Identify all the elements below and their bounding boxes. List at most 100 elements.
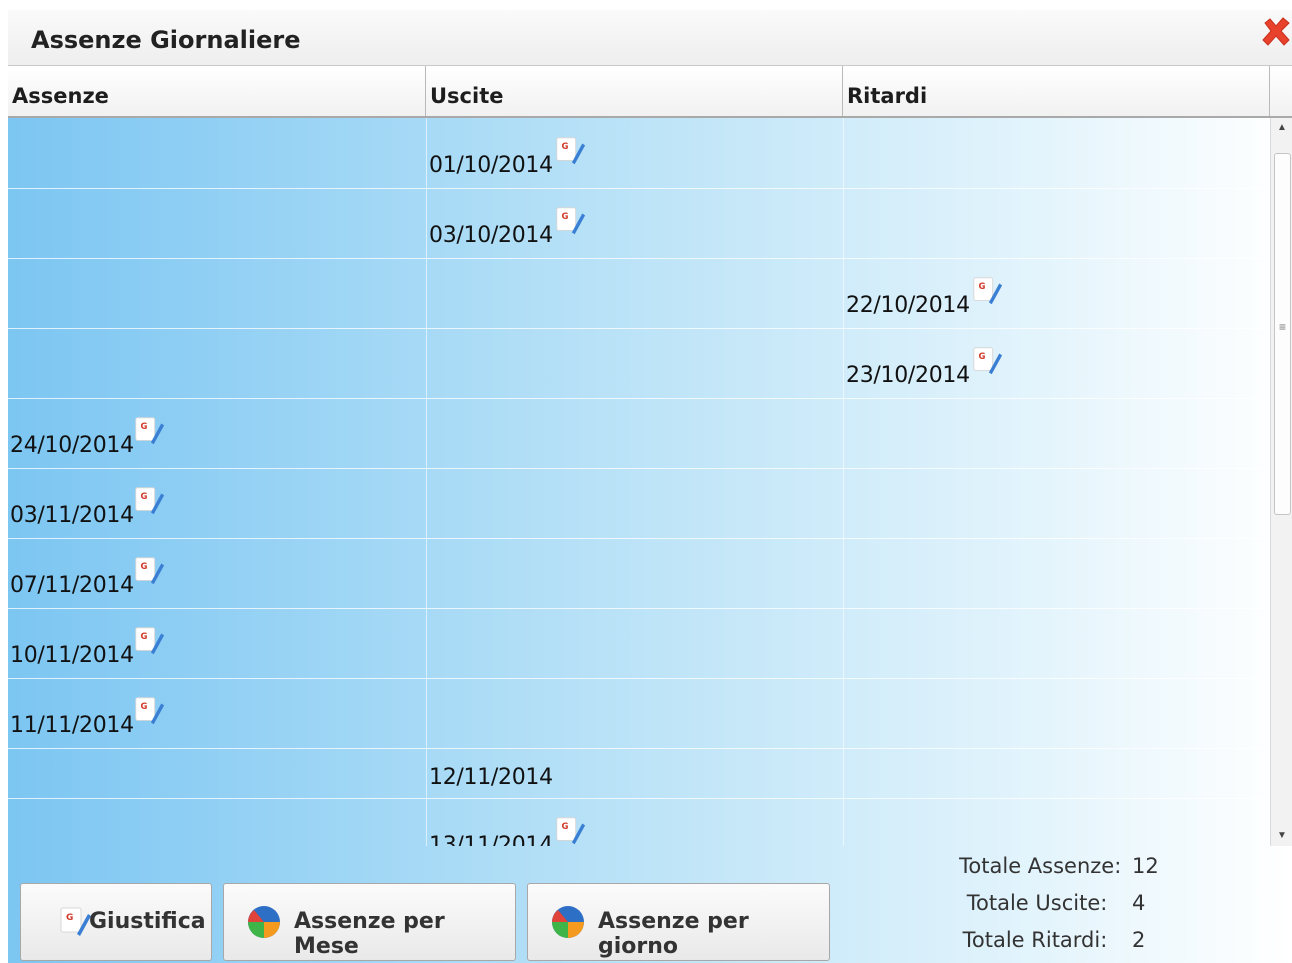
svg-text:G: G: [141, 562, 148, 572]
giustifica-label: Giustifica: [89, 909, 206, 934]
cell-uscite: 03/10/2014 G: [426, 188, 843, 258]
cell-uscite: 01/10/2014 G: [426, 118, 843, 188]
justify-note-pencil-icon: G: [60, 907, 91, 936]
date-value: 23/10/2014: [846, 363, 970, 388]
vertical-scrollbar[interactable]: ▲ ≡ ▼: [1270, 118, 1292, 846]
justify-note-pencil-icon[interactable]: G: [132, 694, 166, 728]
svg-text:G: G: [562, 212, 569, 222]
cell-uscite: 13/11/2014 G: [426, 798, 843, 846]
svg-text:G: G: [66, 913, 73, 923]
totale-assenze: Totale Assenze: 12: [959, 854, 1162, 891]
cell-uscite: 12/11/2014: [426, 748, 843, 798]
totale-uscite-value: 4: [1132, 891, 1146, 915]
justify-note-pencil-icon[interactable]: G: [132, 624, 166, 658]
table-row[interactable]: 03/11/2014 G: [8, 468, 1270, 539]
date-value: 12/11/2014: [429, 765, 553, 790]
scrollbar-thumb[interactable]: ≡: [1274, 153, 1291, 515]
cell-assenze: [8, 188, 426, 258]
dialog-footer: G Giustifica Assenze per Mese Assenze pe…: [8, 848, 1292, 963]
date-value: 01/10/2014: [429, 153, 553, 178]
column-header-assenze[interactable]: Assenze: [8, 66, 426, 116]
assenze-per-mese-button[interactable]: Assenze per Mese: [223, 883, 516, 961]
cell-ritardi: 23/10/2014 G: [843, 328, 1270, 398]
totale-uscite-label: Totale Uscite:: [966, 891, 1108, 915]
date-value: 03/10/2014: [429, 223, 553, 248]
date-value: 11/11/2014: [10, 713, 134, 738]
justify-note-pencil-icon[interactable]: G: [553, 204, 587, 238]
pie-chart-icon: [248, 906, 280, 938]
table-row[interactable]: 03/10/2014 G: [8, 188, 1270, 259]
column-header-uscite[interactable]: Uscite: [426, 66, 843, 116]
assenze-per-giorno-button[interactable]: Assenze per giorno: [527, 883, 830, 961]
table-row[interactable]: 12/11/2014: [8, 748, 1270, 799]
cell-uscite: [426, 608, 843, 678]
date-value: 10/11/2014: [10, 643, 134, 668]
table-row[interactable]: 24/10/2014 G: [8, 398, 1270, 469]
dialog-titlebar: Assenze Giornaliere: [8, 10, 1292, 66]
cell-assenze: [8, 798, 426, 846]
assenze-per-mese-label: Assenze per Mese: [294, 909, 445, 959]
table-row[interactable]: 22/10/2014 G: [8, 258, 1270, 329]
justify-note-pencil-icon[interactable]: G: [970, 344, 1004, 378]
justify-note-pencil-icon[interactable]: G: [970, 274, 1004, 308]
table-header: Assenze Uscite Ritardi: [8, 66, 1292, 118]
date-value: 13/11/2014: [429, 833, 553, 846]
cell-ritardi: [843, 538, 1270, 608]
justify-note-pencil-icon[interactable]: G: [132, 414, 166, 448]
cell-ritardi: [843, 188, 1270, 258]
cell-ritardi: [843, 748, 1270, 798]
scroll-up-arrow-icon[interactable]: ▲: [1271, 118, 1292, 138]
svg-text:G: G: [141, 422, 148, 432]
cell-assenze: [8, 118, 426, 188]
cell-ritardi: [843, 798, 1270, 846]
cell-assenze: 10/11/2014 G: [8, 608, 426, 678]
cell-assenze: [8, 328, 426, 398]
cell-assenze: [8, 748, 426, 798]
assenze-per-giorno-label: Assenze per giorno: [598, 909, 749, 959]
close-icon[interactable]: [1260, 16, 1292, 48]
svg-text:G: G: [141, 632, 148, 642]
giustifica-button[interactable]: G Giustifica: [20, 883, 212, 961]
pie-chart-icon: [552, 906, 584, 938]
cell-assenze: 03/11/2014 G: [8, 468, 426, 538]
cell-ritardi: [843, 608, 1270, 678]
table-row[interactable]: 01/10/2014 G: [8, 118, 1270, 189]
table-row[interactable]: 13/11/2014 G: [8, 798, 1270, 846]
column-header-ritardi[interactable]: Ritardi: [843, 66, 1270, 116]
cell-uscite: [426, 538, 843, 608]
svg-text:G: G: [141, 492, 148, 502]
date-value: 07/11/2014: [10, 573, 134, 598]
date-value: 03/11/2014: [10, 503, 134, 528]
scroll-down-arrow-icon[interactable]: ▼: [1271, 826, 1292, 846]
cell-uscite: [426, 678, 843, 748]
cell-assenze: 07/11/2014 G: [8, 538, 426, 608]
cell-uscite: [426, 328, 843, 398]
table-row[interactable]: 23/10/2014 G: [8, 328, 1270, 399]
cell-assenze: 11/11/2014 G: [8, 678, 426, 748]
table-row[interactable]: 10/11/2014 G: [8, 608, 1270, 679]
date-value: 24/10/2014: [10, 433, 134, 458]
grip-icon: ≡: [1278, 320, 1286, 334]
absences-table-body: 01/10/2014 G 03/10/2014 G 22/10/2014 G 23/10/2…: [8, 118, 1270, 846]
table-row[interactable]: 07/11/2014 G: [8, 538, 1270, 609]
svg-text:G: G: [562, 142, 569, 152]
cell-ritardi: [843, 678, 1270, 748]
totale-ritardi-label: Totale Ritardi:: [962, 928, 1108, 952]
date-value: 22/10/2014: [846, 293, 970, 318]
cell-assenze: [8, 258, 426, 328]
justify-note-pencil-icon[interactable]: G: [553, 814, 587, 846]
cell-ritardi: [843, 118, 1270, 188]
justify-note-pencil-icon[interactable]: G: [132, 554, 166, 588]
totale-ritardi: Totale Ritardi: 2: [959, 928, 1162, 963]
cell-uscite: [426, 398, 843, 468]
justify-note-pencil-icon[interactable]: G: [553, 134, 587, 168]
table-row[interactable]: 11/11/2014 G: [8, 678, 1270, 749]
cell-uscite: [426, 258, 843, 328]
justify-note-pencil-icon[interactable]: G: [132, 484, 166, 518]
totale-assenze-value: 12: [1132, 854, 1159, 878]
absences-dialog: Assenze Giornaliere Assenze Uscite Ritar…: [8, 10, 1292, 963]
dialog-title: Assenze Giornaliere: [31, 26, 301, 54]
cell-ritardi: 22/10/2014 G: [843, 258, 1270, 328]
totale-assenze-label: Totale Assenze:: [959, 854, 1122, 878]
svg-text:G: G: [979, 352, 986, 362]
